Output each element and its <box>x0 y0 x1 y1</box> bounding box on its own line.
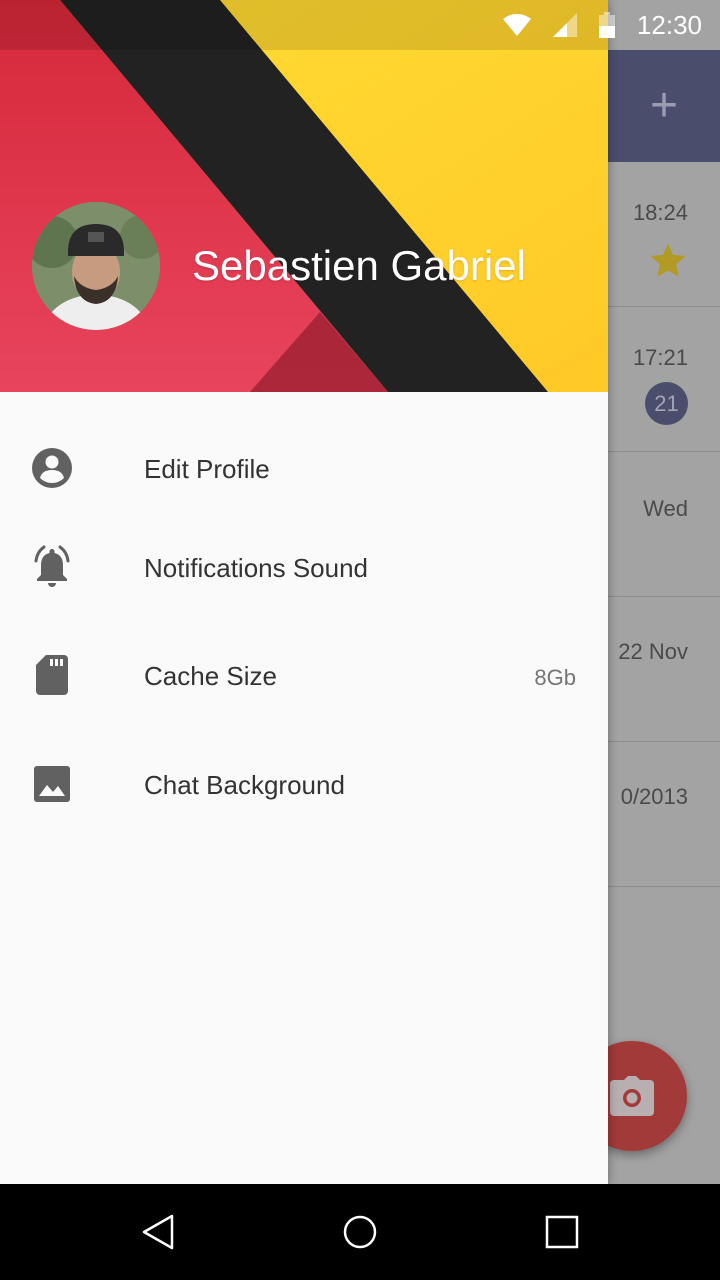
account-circle-icon <box>32 448 72 488</box>
home-icon[interactable] <box>336 1208 384 1256</box>
user-photo <box>32 202 160 330</box>
status-bar: 12:30 <box>0 0 720 50</box>
camera-icon <box>610 1076 654 1116</box>
unread-badge: 21 <box>645 382 688 425</box>
menu-item-cache-size[interactable]: Cache Size 8Gb <box>0 625 608 725</box>
cache-size-value: 8Gb <box>534 665 576 690</box>
alarm-bell-icon <box>34 545 70 587</box>
chat-time: Wed <box>643 496 688 521</box>
chat-time: 0/2013 <box>620 784 688 809</box>
user-name: Sebastien Gabriel <box>192 242 526 289</box>
recents-icon[interactable] <box>538 1208 586 1256</box>
add-icon[interactable]: + <box>640 82 688 130</box>
menu-item-label: Notifications Sound <box>144 553 369 583</box>
chat-time: 22 Nov <box>618 639 688 664</box>
navigation-drawer: Sebastien Gabriel Edit Profile Notificat… <box>0 0 608 1184</box>
back-icon[interactable] <box>136 1208 184 1256</box>
menu-item-notifications-sound[interactable]: Notifications Sound <box>0 517 608 617</box>
status-time: 12:30 <box>636 9 702 40</box>
chat-time: 17:21 <box>632 345 688 370</box>
avatar[interactable] <box>32 202 160 330</box>
menu-item-chat-background[interactable]: Chat Background <box>0 734 608 834</box>
cell-signal-icon <box>552 13 577 37</box>
navigation-bar <box>0 1184 720 1280</box>
header-background <box>0 0 608 392</box>
chat-time: 18:24 <box>632 200 688 225</box>
menu-item-label: Chat Background <box>144 770 345 800</box>
sd-card-icon <box>36 655 68 695</box>
battery-icon <box>598 12 615 38</box>
menu-item-edit-profile[interactable]: Edit Profile <box>0 418 608 518</box>
menu-item-label: Edit Profile <box>144 454 270 484</box>
star-icon <box>650 243 686 277</box>
drawer-header: Sebastien Gabriel <box>0 0 608 392</box>
wifi-icon <box>502 14 531 36</box>
menu-item-label: Cache Size <box>144 661 277 691</box>
image-icon <box>34 766 70 802</box>
